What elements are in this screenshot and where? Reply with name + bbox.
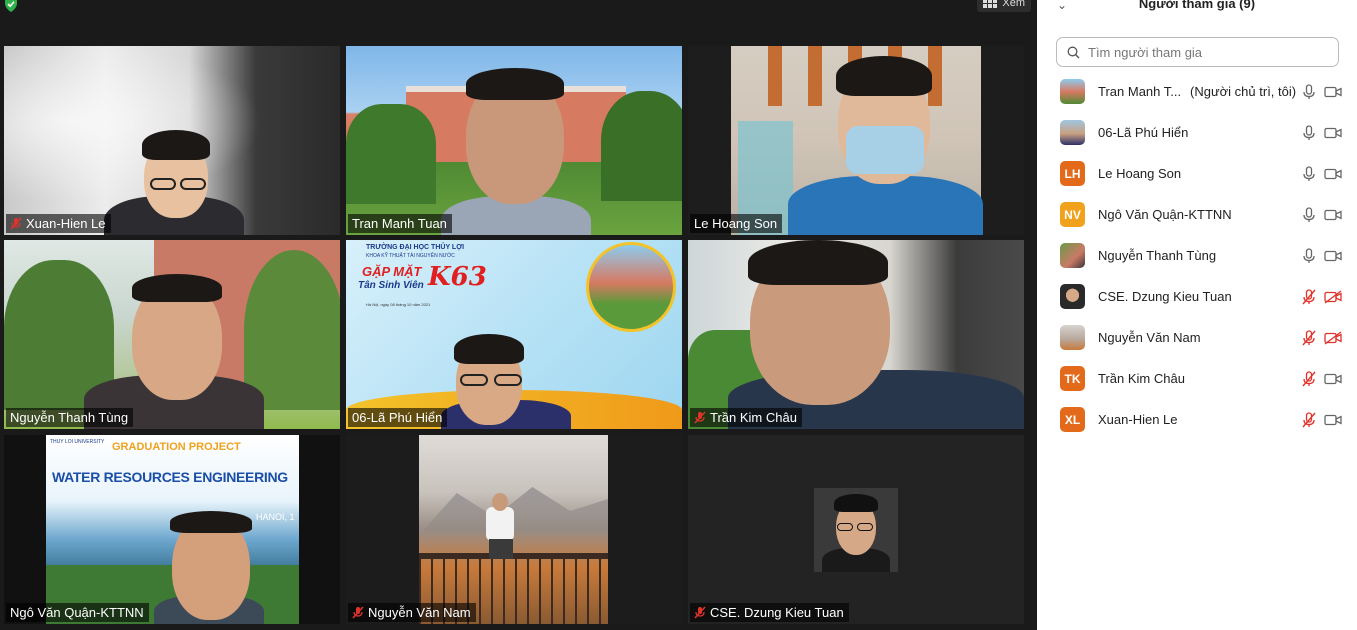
- slide-wre-title: WATER RESOURCES ENGINEERING: [52, 469, 288, 485]
- mic-icon[interactable]: [1302, 206, 1316, 223]
- video-tile[interactable]: Trần Kim Châu: [688, 240, 1024, 429]
- video-tile[interactable]: Nguyễn Văn Nam: [346, 435, 682, 624]
- mic-icon[interactable]: [1302, 124, 1316, 141]
- participants-panel: ⌄ Người tham gia (9) Tran Manh T... (Ngư…: [1037, 0, 1357, 630]
- mic-icon[interactable]: [1302, 247, 1316, 264]
- video-tile-active-speaker[interactable]: Nguyễn Thanh Tùng: [4, 240, 340, 429]
- muted-mic-icon: [694, 606, 706, 619]
- camera-icon[interactable]: [1324, 126, 1342, 140]
- participant-row[interactable]: TK Trần Kim Châu: [1037, 358, 1357, 399]
- participant-row[interactable]: Nguyễn Thanh Tùng: [1037, 235, 1357, 276]
- tile-name-label: 06-Lã Phú Hiển: [348, 408, 448, 427]
- video-tile[interactable]: Le Hoang Son: [688, 46, 1024, 235]
- slide-subtitle: Tân Sinh Viên: [358, 280, 424, 291]
- participant-row[interactable]: XL Xuan-Hien Le: [1037, 399, 1357, 440]
- avatar: [1060, 325, 1085, 350]
- video-tile[interactable]: Xuan-Hien Le: [4, 46, 340, 235]
- slide-city: HANOI, 1: [256, 512, 295, 522]
- video-grid: Xem Xuan-Hien Le Tran Manh Tuan Le Hoang…: [0, 0, 1037, 630]
- tile-name-label: Ngô Văn Quận-KTTNN: [6, 603, 149, 622]
- tile-name-label: Trần Kim Châu: [690, 408, 802, 427]
- camera-icon[interactable]: [1324, 413, 1342, 427]
- security-shield-icon[interactable]: [4, 0, 18, 12]
- avatar: [1060, 243, 1085, 268]
- camera-icon[interactable]: [1324, 372, 1342, 386]
- participant-name: Nguyễn Thanh Tùng: [1098, 248, 1217, 263]
- participant-row[interactable]: LH Le Hoang Son: [1037, 153, 1357, 194]
- muted-mic-icon: [10, 217, 22, 230]
- participants-header: ⌄ Người tham gia (9): [1037, 0, 1357, 14]
- participant-name: Trần Kim Châu: [1098, 371, 1185, 386]
- participant-row[interactable]: NV Ngô Văn Quận-KTTNN: [1037, 194, 1357, 235]
- mic-muted-icon[interactable]: [1302, 411, 1316, 428]
- participant-name: Xuan-Hien Le: [1098, 412, 1178, 427]
- tile-name-label: Nguyễn Văn Nam: [348, 603, 476, 622]
- profile-picture: [814, 488, 898, 572]
- slide-date: Hà Nội, ngày 08 tháng 10 năm 2021: [366, 302, 431, 307]
- participant-row[interactable]: Nguyễn Văn Nam: [1037, 317, 1357, 358]
- participant-row[interactable]: Tran Manh T... (Người chủ trì, tôi): [1037, 71, 1357, 112]
- video-tile[interactable]: TRƯỜNG ĐẠI HỌC THỦY LỢI KHOA KỸ THUẬT TÀ…: [346, 240, 682, 429]
- tile-name-label: Nguyễn Thanh Tùng: [6, 408, 134, 427]
- muted-mic-icon: [694, 411, 706, 424]
- view-button-label: Xem: [1002, 0, 1025, 9]
- participant-name: Nguyễn Văn Nam: [1098, 330, 1201, 345]
- participant-role: (Người chủ trì, tôi): [1190, 84, 1297, 99]
- view-button[interactable]: Xem: [977, 0, 1031, 12]
- camera-icon[interactable]: [1324, 249, 1342, 263]
- slide-code: K63: [428, 262, 487, 292]
- search-icon: [1067, 46, 1080, 58]
- tile-name-label: Xuan-Hien Le: [6, 214, 111, 233]
- mic-icon[interactable]: [1302, 165, 1316, 182]
- mic-icon[interactable]: [1302, 83, 1316, 100]
- participant-name: Le Hoang Son: [1098, 166, 1182, 181]
- participant-list: Tran Manh T... (Người chủ trì, tôi) 06-L…: [1037, 71, 1357, 440]
- avatar: [1060, 79, 1085, 104]
- camera-icon[interactable]: [1324, 208, 1342, 222]
- avatar: [1060, 284, 1085, 309]
- video-tile[interactable]: CSE. Dzung Kieu Tuan: [688, 435, 1024, 624]
- participant-name: 06-Lã Phú Hiển: [1098, 125, 1189, 140]
- participant-search[interactable]: [1056, 37, 1339, 67]
- muted-mic-icon: [352, 606, 364, 619]
- grid-view-icon: [983, 0, 998, 8]
- mic-muted-icon[interactable]: [1302, 288, 1316, 305]
- avatar-initials: XL: [1060, 407, 1085, 432]
- avatar-initials: LH: [1060, 161, 1085, 186]
- participant-name: Ngô Văn Quận-KTTNN: [1098, 207, 1232, 222]
- slide-school: TRƯỜNG ĐẠI HỌC THỦY LỢI: [366, 244, 465, 251]
- tile-name-label: Le Hoang Son: [690, 214, 783, 233]
- tile-name-label: CSE. Dzung Kieu Tuan: [690, 603, 849, 622]
- search-input[interactable]: [1086, 43, 1330, 61]
- top-bar: Xem: [0, 0, 1037, 14]
- video-tile[interactable]: Tran Manh Tuan: [346, 46, 682, 235]
- camera-icon[interactable]: [1324, 85, 1342, 99]
- video-tile[interactable]: THUY LOI UNIVERSITY GRADUATION PROJECT W…: [4, 435, 340, 624]
- participant-row[interactable]: CSE. Dzung Kieu Tuan: [1037, 276, 1357, 317]
- participant-name: Tran Manh T...: [1098, 84, 1182, 99]
- avatar: [1060, 120, 1085, 145]
- mic-muted-icon[interactable]: [1302, 370, 1316, 387]
- avatar-initials: TK: [1060, 366, 1085, 391]
- camera-off-icon[interactable]: [1324, 330, 1342, 345]
- slide-faculty: KHOA KỸ THUẬT TÀI NGUYÊN NƯỚC: [366, 253, 455, 259]
- participant-row[interactable]: 06-Lã Phú Hiển: [1037, 112, 1357, 153]
- mic-muted-icon[interactable]: [1302, 329, 1316, 346]
- slide-project: GRADUATION PROJECT: [112, 441, 241, 453]
- tile-name-label: Tran Manh Tuan: [348, 214, 452, 233]
- participants-title: Người tham gia (9): [1138, 0, 1256, 11]
- avatar-initials: NV: [1060, 202, 1085, 227]
- camera-off-icon[interactable]: [1324, 289, 1342, 304]
- slide-university: THUY LOI UNIVERSITY: [50, 439, 105, 445]
- slide-title: GẶP MẶT: [362, 264, 422, 279]
- camera-icon[interactable]: [1324, 167, 1342, 181]
- participant-name: CSE. Dzung Kieu Tuan: [1098, 289, 1232, 304]
